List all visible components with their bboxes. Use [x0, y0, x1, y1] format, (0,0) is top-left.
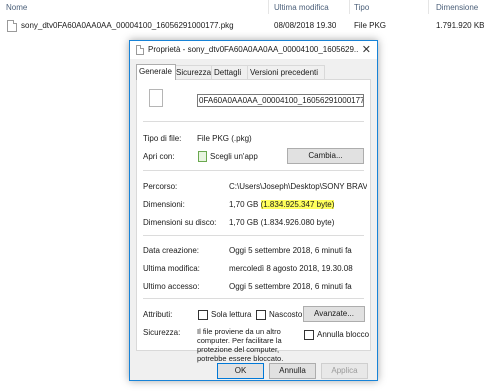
security-line: Il file proviene da un altro [197, 327, 281, 336]
divider [143, 170, 364, 171]
column-type[interactable]: Tipo [354, 3, 369, 12]
file-row[interactable]: sony_dtv0FA60A0AA0AA_00004100_1605629100… [0, 17, 500, 33]
open-with-value: Scegli un'app [210, 152, 258, 161]
change-button[interactable]: Cambia... [287, 148, 364, 164]
size-value: 1,70 GB (1.834.925.347 byte) [229, 200, 335, 209]
column-divider [428, 0, 429, 14]
created-value: Oggi 5 settembre 2018, 6 minuti fa [229, 246, 352, 255]
file-type-value: File PKG (.pkg) [197, 134, 252, 143]
app-icon [198, 151, 207, 162]
hidden-checkbox[interactable] [256, 310, 266, 320]
dialog-title: Proprietà - sony_dtv0FA60A0AA0AA_0000410… [148, 45, 358, 54]
column-divider [268, 0, 269, 14]
filename-value: 0FA60A0AA0AA_00004100_16056291000177.pkg [199, 96, 364, 105]
tab-sicurezza[interactable]: Sicurezza [173, 65, 214, 79]
file-name: sony_dtv0FA60A0AA0AA_00004100_1605629100… [21, 21, 234, 30]
divider [143, 298, 364, 299]
column-name[interactable]: Nome [6, 3, 27, 12]
advanced-button[interactable]: Avanzate... [303, 306, 365, 322]
security-line: potrebbe essere bloccato. [197, 354, 284, 363]
document-icon [149, 89, 163, 107]
size-value-highlight: (1.834.925.347 byte) [260, 200, 335, 209]
accessed-value: Oggi 5 settembre 2018, 6 minuti fa [229, 282, 352, 291]
file-type-label: Tipo di file: [143, 134, 182, 143]
created-label: Data creazione: [143, 246, 200, 255]
ok-button[interactable]: OK [217, 363, 264, 379]
path-label: Percorso: [143, 182, 178, 191]
divider [143, 235, 364, 236]
column-size[interactable]: Dimensione [436, 3, 478, 12]
dialog-titlebar[interactable]: Proprietà - sony_dtv0FA60A0AA0AA_0000410… [130, 41, 377, 59]
path-value: C:\Users\Joseph\Desktop\SONY BRAVIA [229, 182, 367, 191]
size-on-disk-value: 1,70 GB (1.834.926.080 byte) [229, 218, 335, 227]
tab-versioni-precedenti[interactable]: Versioni precedenti [247, 65, 325, 79]
security-label: Sicurezza: [143, 328, 181, 337]
general-panel: 0FA60A0AA0AA_00004100_16056291000177.pkg… [136, 79, 371, 363]
readonly-label: Sola lettura [211, 310, 252, 319]
explorer-column-header: Nome Ultima modifica Tipo Dimensione [0, 0, 500, 16]
attributes-label: Attributi: [143, 310, 173, 319]
file-icon [136, 45, 144, 55]
size-value-prefix: 1,70 GB [229, 200, 261, 209]
file-type: File PKG [354, 21, 387, 30]
size-label: Dimensioni: [143, 200, 185, 209]
file-icon [7, 20, 17, 32]
cancel-button[interactable]: Annulla [269, 363, 316, 379]
properties-dialog: Proprietà - sony_dtv0FA60A0AA0AA_0000410… [129, 40, 378, 381]
file-modified: 08/08/2018 19.30 [274, 21, 337, 30]
divider [143, 121, 364, 122]
security-line: computer. Per facilitare la [197, 336, 282, 345]
security-text: Il file proviene da un altro computer. P… [197, 327, 283, 363]
readonly-checkbox[interactable] [198, 310, 208, 320]
tab-generale[interactable]: Generale [136, 64, 176, 80]
modified-label: Ultima modifica: [143, 264, 200, 273]
modified-value: mercoledì 8 agosto 2018, 19.30.08 [229, 264, 353, 273]
file-size: 1.791.920 KB [436, 21, 485, 30]
unblock-label: Annulla blocco [317, 330, 370, 339]
tab-dettagli[interactable]: Dettagli [211, 65, 249, 79]
filename-field[interactable]: 0FA60A0AA0AA_00004100_16056291000177.pkg [197, 94, 364, 107]
column-divider [349, 0, 350, 14]
open-with-label: Apri con: [143, 152, 175, 161]
column-modified[interactable]: Ultima modifica [274, 3, 329, 12]
security-line: protezione del computer, [197, 345, 280, 354]
close-icon[interactable]: ✕ [362, 43, 371, 56]
hidden-label: Nascosto [269, 310, 303, 319]
apply-button[interactable]: Applica [321, 363, 368, 379]
size-on-disk-label: Dimensioni su disco: [143, 218, 217, 227]
accessed-label: Ultimo accesso: [143, 282, 200, 291]
unblock-checkbox[interactable] [304, 330, 314, 340]
